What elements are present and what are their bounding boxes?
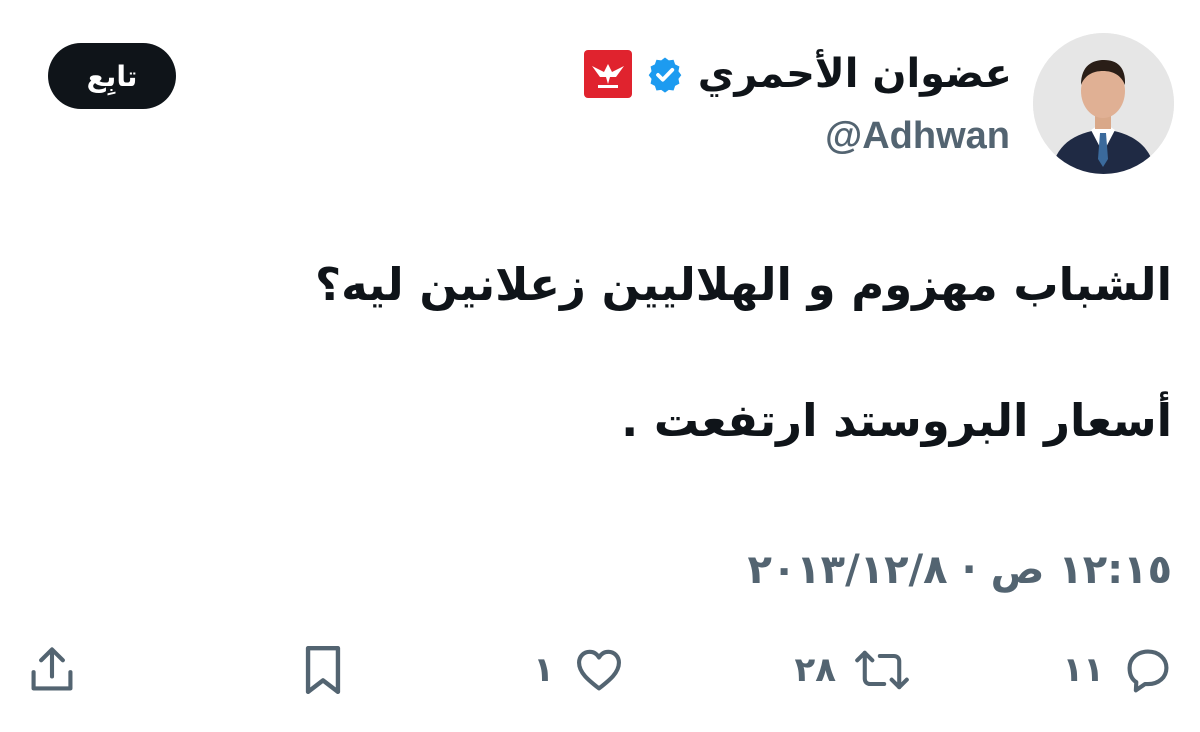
reply-button[interactable]: ١١ [1062,630,1174,710]
share-button[interactable] [26,630,78,710]
author-name-row: عضوان الأحمري [583,46,1012,102]
tweet-text-line: الشباب مهزوم و الهلاليين زعلانين ليه؟ [315,258,1172,311]
bookmark-icon [305,645,341,695]
bookmark-button[interactable] [300,630,346,710]
reply-icon [1127,649,1169,693]
tweet-text-line: أسعار البروستد ارتفعت . [621,394,1172,447]
tweet-actions-bar: ١١ ٢٨ ١ [0,630,1200,710]
heart-icon [577,649,621,691]
follow-button[interactable]: تابِع [48,43,176,109]
reply-count: ١١ [1062,650,1104,690]
retweet-button[interactable]: ٢٨ [794,630,910,710]
retweet-count: ٢٨ [794,650,836,690]
avatar[interactable] [1033,33,1174,174]
author-display-name[interactable]: عضوان الأحمري [698,46,1012,102]
tweet-card: عضوان الأحمري @Adhwan تابِع الشباب مهزوم… [0,0,1200,732]
like-count: ١ [533,650,554,690]
retweet-icon [855,650,909,690]
share-icon [31,647,73,691]
like-button[interactable]: ١ [533,630,626,710]
author-handle[interactable]: @Adhwan [825,108,1010,164]
verified-icon [648,57,682,93]
tweet-text: الشباب مهزوم و الهلاليين زعلانين ليه؟ أس… [32,250,1172,456]
tweet-timestamp[interactable]: ١٢:١٥ ص · ٢٠١٣/١٢/٨ [747,540,1172,600]
avatar-portrait-image [1033,33,1174,174]
bird-logo-badge-icon [583,50,632,98]
